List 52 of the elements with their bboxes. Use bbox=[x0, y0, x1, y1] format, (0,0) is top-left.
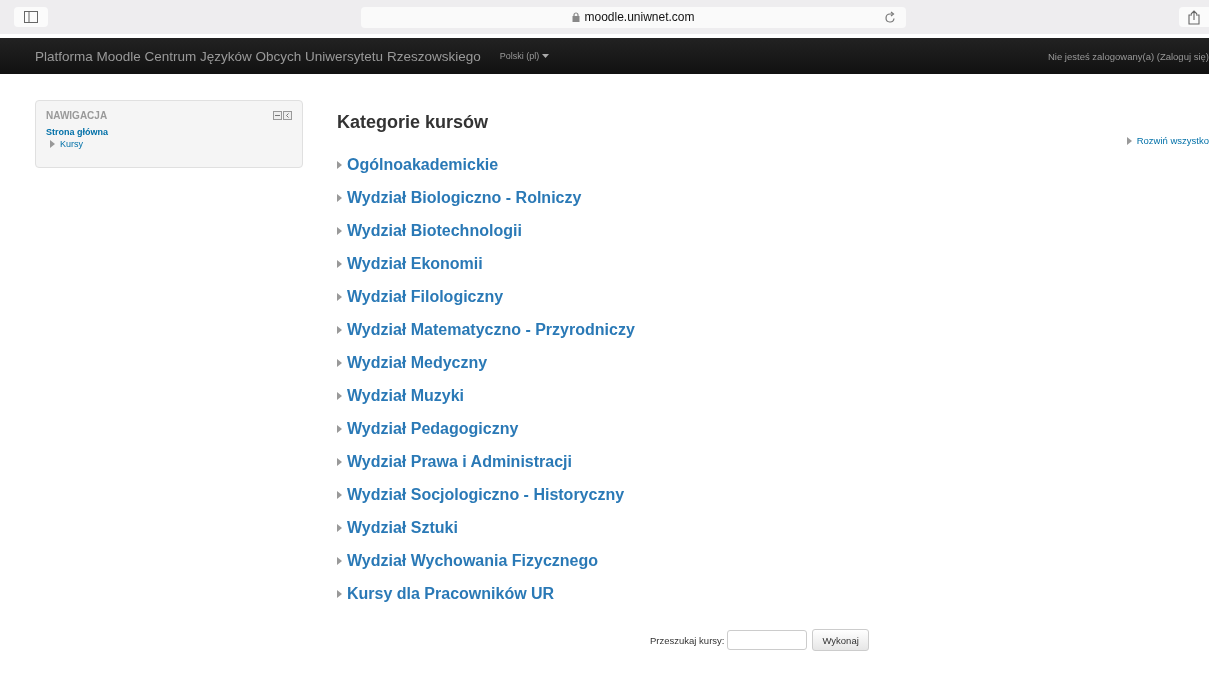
triangle-icon bbox=[337, 359, 342, 367]
triangle-icon bbox=[337, 260, 342, 268]
site-title-link[interactable]: Platforma Moodle Centrum Języków Obcych Uniwersytetu Rzeszowskiego bbox=[35, 48, 481, 64]
triangle-icon bbox=[337, 557, 342, 565]
triangle-icon bbox=[337, 491, 342, 499]
block-title: NAWIGACJA bbox=[46, 110, 108, 121]
home-link[interactable]: Strona główna bbox=[46, 127, 292, 137]
category-link[interactable]: Wydział Ekonomii bbox=[337, 255, 483, 273]
address-text: moodle.uniwnet.com bbox=[584, 10, 695, 24]
category-link[interactable]: Wydział Biotechnologii bbox=[337, 222, 522, 240]
nav-item[interactable]: Kursy bbox=[46, 139, 292, 149]
triangle-icon bbox=[50, 140, 55, 148]
login-info-text: Nie jesteś zalogowany(a) (Zaloguj się) bbox=[1047, 50, 1209, 62]
triangle-icon bbox=[337, 425, 342, 433]
lock-icon bbox=[572, 12, 581, 22]
address-bar[interactable]: moodle.uniwnet.com bbox=[361, 6, 906, 28]
language-menu[interactable]: Polski (pl) bbox=[499, 51, 550, 61]
triangle-icon bbox=[337, 458, 342, 466]
triangle-icon bbox=[1126, 136, 1132, 145]
share-icon bbox=[1188, 9, 1200, 25]
category-link[interactable]: Ogólnoakademickie bbox=[337, 156, 499, 174]
collapse-icon[interactable] bbox=[273, 111, 282, 120]
search-button[interactable]: Wykonaj bbox=[812, 629, 869, 651]
sidebar-icon bbox=[24, 11, 38, 23]
search-field[interactable] bbox=[727, 630, 808, 650]
triangle-icon bbox=[337, 524, 342, 532]
triangle-icon bbox=[337, 293, 342, 301]
category-link[interactable]: Wydział Biologiczno - Rolniczy bbox=[337, 189, 582, 207]
category-link[interactable]: Wydział Sztuki bbox=[337, 519, 458, 537]
page-heading: Kategorie kursów bbox=[337, 112, 490, 133]
triangle-icon bbox=[337, 194, 342, 202]
triangle-icon bbox=[337, 392, 342, 400]
reload-icon[interactable] bbox=[883, 10, 897, 25]
search-label: Przeszukaj kursy: bbox=[650, 634, 725, 646]
category-link[interactable]: Wydział Muzyki bbox=[337, 387, 465, 405]
category-link[interactable]: Wydział Matematyczno - Przyrodniczy bbox=[337, 321, 635, 339]
triangle-icon bbox=[337, 326, 342, 334]
category-link[interactable]: Wydział Pedagogiczny bbox=[337, 420, 519, 438]
triangle-icon bbox=[337, 227, 342, 235]
share-button[interactable] bbox=[1179, 7, 1209, 27]
caret-icon bbox=[542, 54, 550, 58]
category-link[interactable]: Kursy dla Pracowników UR bbox=[337, 585, 555, 603]
category-link[interactable]: Wydział Filologiczny bbox=[337, 288, 504, 306]
category-link[interactable]: Wydział Socjologiczno - Historyczny bbox=[337, 486, 625, 504]
category-link[interactable]: Wydział Medyczny bbox=[337, 354, 488, 372]
dock-icon[interactable] bbox=[283, 111, 292, 120]
category-link[interactable]: Wydział Prawa i Administracji bbox=[337, 453, 572, 471]
expand-all-link[interactable]: Rozwiń wszystko bbox=[1126, 135, 1209, 146]
sidebar-toggle-button[interactable] bbox=[14, 7, 48, 27]
triangle-icon bbox=[337, 590, 342, 598]
category-link[interactable]: Wydział Wychowania Fizycznego bbox=[337, 552, 598, 570]
triangle-icon bbox=[337, 161, 342, 169]
